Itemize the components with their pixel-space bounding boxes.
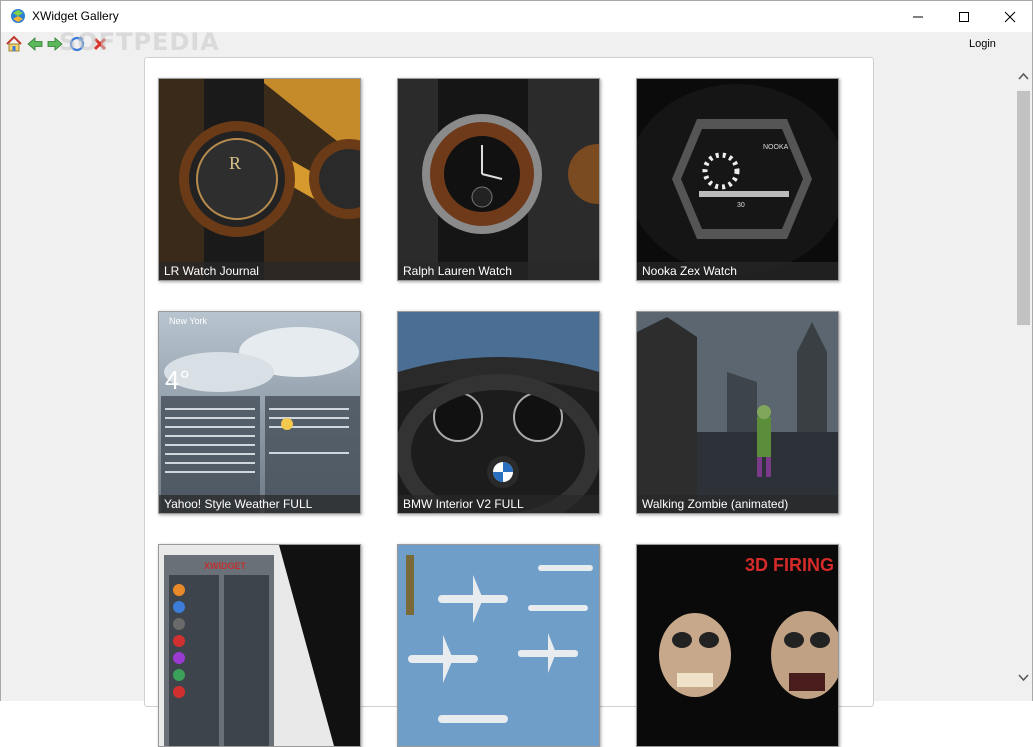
bmw-interior-thumbnail: [398, 312, 599, 513]
close-button[interactable]: [987, 1, 1033, 32]
gallery-tile-walking-zombie[interactable]: Walking Zombie (animated): [636, 311, 839, 514]
tile-caption: Nooka Zex Watch: [637, 262, 838, 280]
scroll-up-button[interactable]: [1015, 67, 1032, 84]
nooka-brand-text: NOOKA: [763, 144, 789, 151]
window-title: XWidget Gallery: [32, 9, 119, 23]
xwidget-menu-thumbnail: XWIDGET: [159, 545, 360, 746]
weather-temp-text: 4°: [165, 365, 190, 395]
lr-watch-thumbnail: R: [159, 79, 360, 280]
back-icon[interactable]: [26, 35, 44, 53]
vertical-scrollbar[interactable]: [1015, 57, 1032, 701]
gallery-tile-lr-watch-journal[interactable]: R LR Watch Journal: [158, 78, 361, 281]
minimize-button[interactable]: [895, 1, 941, 32]
scroll-down-button[interactable]: [1015, 669, 1032, 686]
gallery-tile-yahoo-weather[interactable]: New York 4° Yahoo! Style Weather FULL: [158, 311, 361, 514]
tile-caption: Ralph Lauren Watch: [398, 262, 599, 280]
close-icon: [1004, 11, 1016, 22]
scroll-thumb[interactable]: [1017, 91, 1030, 325]
chevron-down-icon: [1018, 673, 1029, 681]
maximize-button[interactable]: [941, 1, 987, 32]
firing-title-text: 3D FIRING: [745, 555, 834, 575]
minimize-icon: [913, 16, 923, 17]
airplanes-thumbnail: [398, 545, 599, 746]
3d-firing-thumbnail: 3D FIRING: [637, 545, 838, 746]
walking-zombie-thumbnail: [637, 312, 838, 513]
tile-caption: Yahoo! Style Weather FULL: [159, 495, 360, 513]
gallery-area: R LR Watch Journal Ralph Lauren Watch NO…: [1, 57, 1015, 747]
maximize-icon: [959, 11, 969, 22]
home-icon[interactable]: [5, 35, 23, 53]
xwidget-banner-text: XWIDGET: [204, 561, 247, 571]
app-window: XWidget Gallery SOFTPEDIA Login R LR Wat…: [0, 0, 1033, 747]
ralph-lauren-watch-thumbnail: [398, 79, 599, 280]
gallery-panel: R LR Watch Journal Ralph Lauren Watch NO…: [144, 57, 874, 747]
gallery-tile-nooka-zex-watch[interactable]: NOOKA 30 Nooka Zex Watch: [636, 78, 839, 281]
gallery-tile-ralph-lauren-watch[interactable]: Ralph Lauren Watch: [397, 78, 600, 281]
login-link[interactable]: Login: [969, 38, 996, 50]
gallery-tile-bmw-interior[interactable]: BMW Interior V2 FULL: [397, 311, 600, 514]
tile-caption: BMW Interior V2 FULL: [398, 495, 599, 513]
chevron-up-icon: [1018, 72, 1029, 80]
weather-city-text: New York: [169, 316, 208, 326]
nooka-number-text: 30: [737, 202, 745, 209]
tile-caption: LR Watch Journal: [159, 262, 360, 280]
gallery-tile-airplanes[interactable]: [397, 544, 600, 747]
svg-text:R: R: [229, 153, 241, 173]
gallery-tile-xwidget-menu[interactable]: XWIDGET: [158, 544, 361, 747]
xwidget-logo-icon: [11, 9, 25, 23]
nooka-watch-thumbnail: NOOKA 30: [637, 79, 838, 280]
gallery-tile-3d-firing[interactable]: 3D FIRING: [636, 544, 839, 747]
tile-caption: Walking Zombie (animated): [637, 495, 838, 513]
softpedia-watermark: SOFTPEDIA: [59, 28, 220, 56]
yahoo-weather-thumbnail: New York 4°: [159, 312, 360, 513]
